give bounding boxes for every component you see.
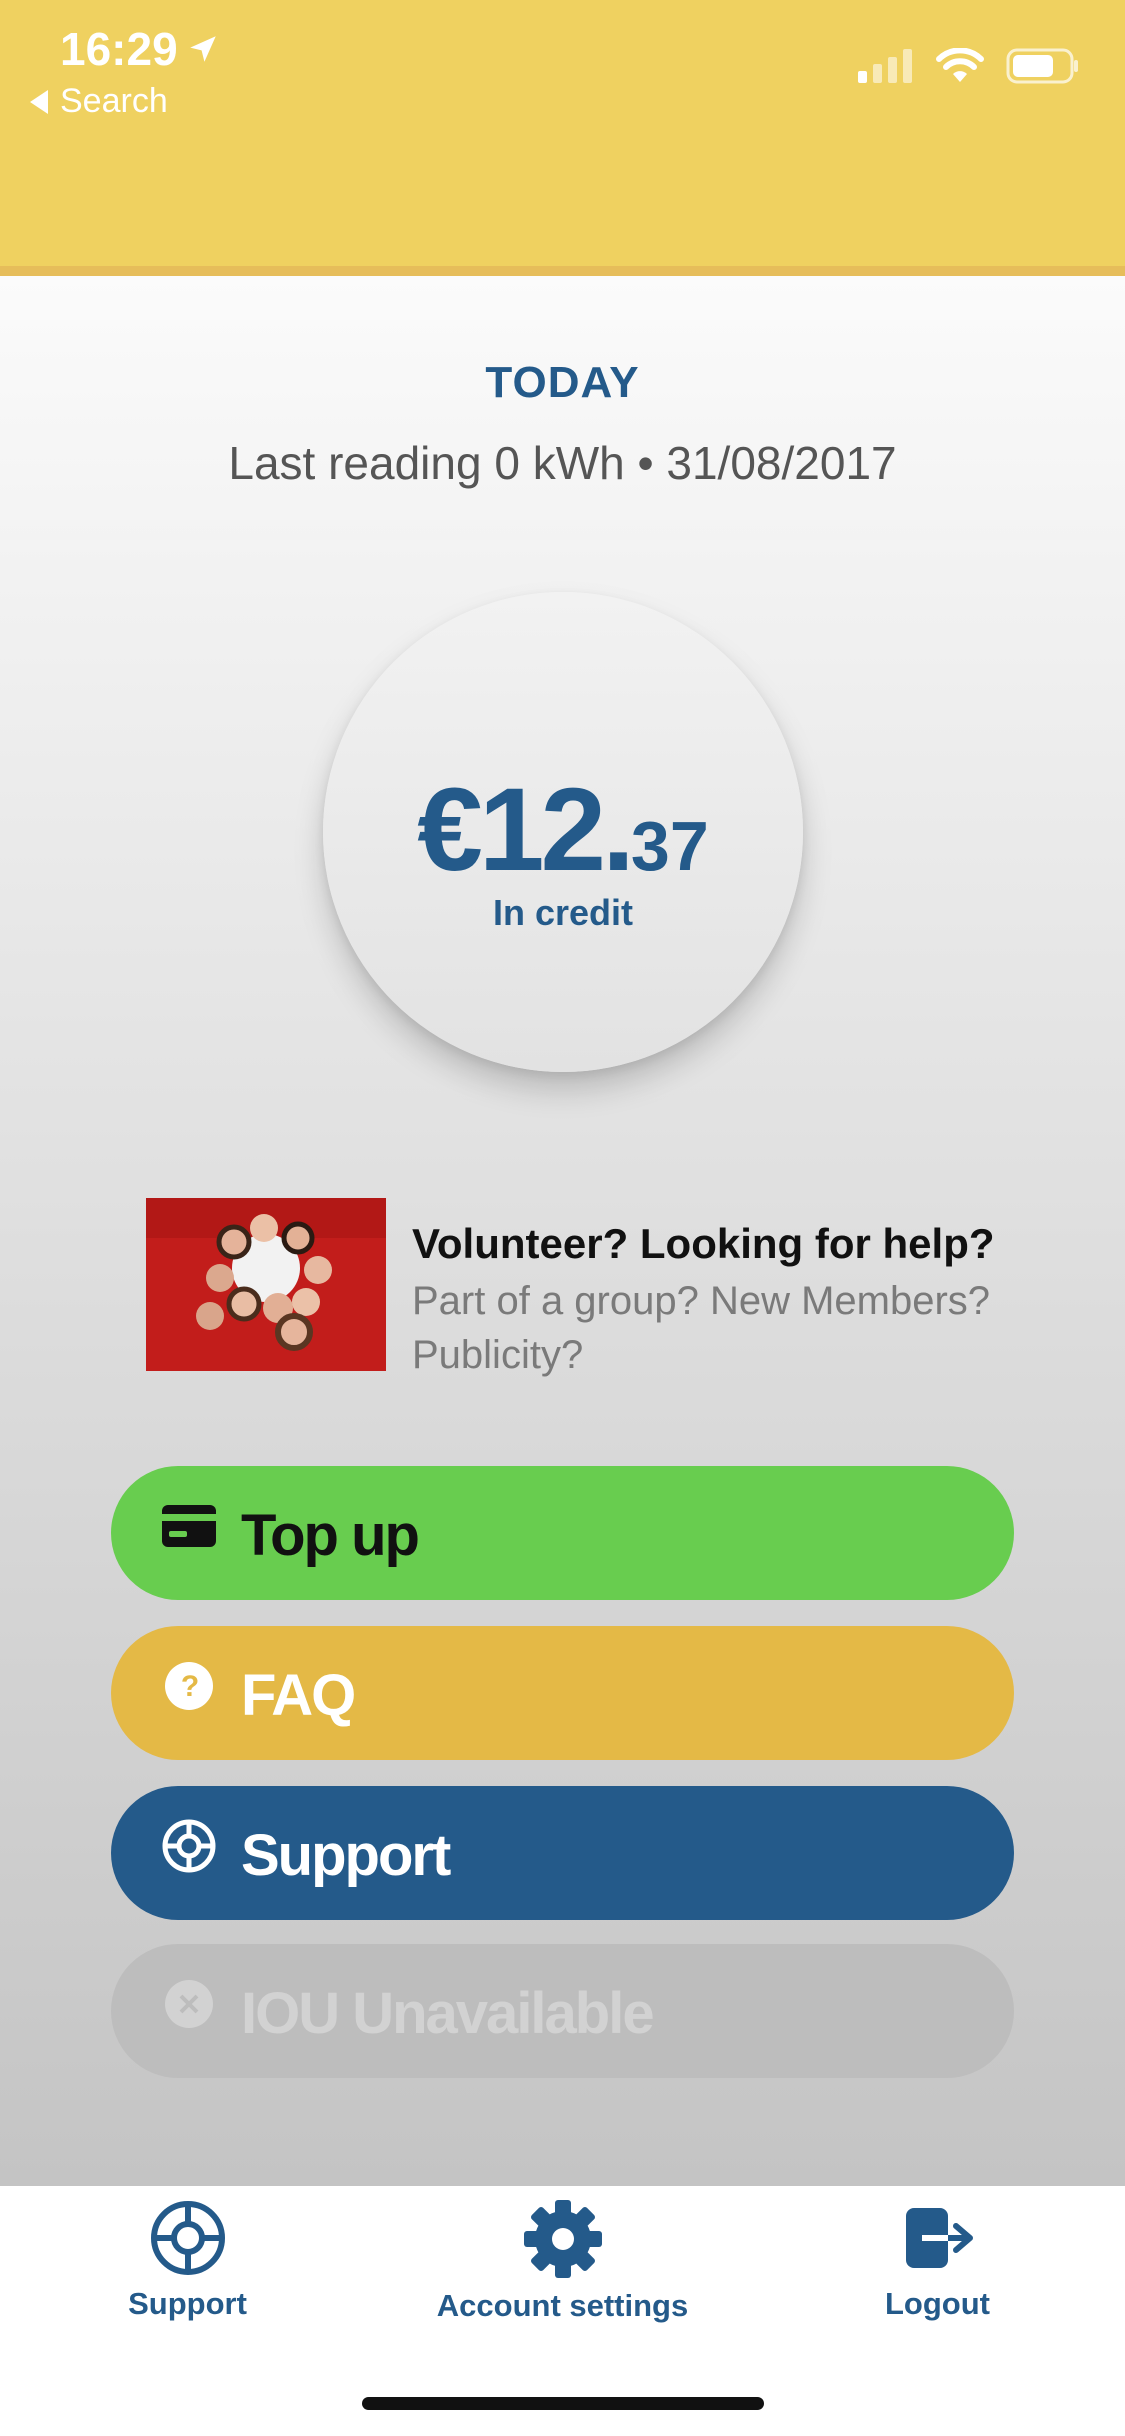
- tab-support[interactable]: Support: [110, 2198, 265, 2322]
- top-up-label: Top up: [241, 1503, 420, 1568]
- promo-title: Volunteer? Looking for help?: [412, 1220, 995, 1267]
- tab-logout[interactable]: Logout: [870, 2198, 1005, 2322]
- back-triangle-icon: [30, 89, 48, 114]
- volunteer-promo-banner[interactable]: Volunteer? Looking for help? Part of a g…: [146, 1198, 1046, 1377]
- balance-circle: €12.37 In credit: [323, 592, 803, 1072]
- support-label: Support: [241, 1823, 451, 1888]
- svg-text:?: ?: [181, 1670, 198, 1703]
- lifebuoy-icon: [161, 1818, 217, 1874]
- logout-icon: [905, 2208, 973, 2268]
- balance-cents: 37: [630, 807, 709, 885]
- status-indicators: [858, 48, 1080, 84]
- promo-subtitle: Part of a group? New Members? Publicity?: [412, 1279, 991, 1377]
- last-reading-text: Last reading 0 kWh • 31/08/2017: [228, 437, 897, 489]
- gear-icon: [523, 2200, 602, 2278]
- balance-whole: €12.: [417, 764, 635, 896]
- support-button[interactable]: Support: [111, 1786, 1014, 1920]
- home-indicator[interactable]: [362, 2397, 764, 2410]
- app-header: 16:29 Search: [0, 0, 1125, 276]
- wifi-icon: [936, 48, 984, 82]
- faq-button[interactable]: ? FAQ: [111, 1626, 1014, 1760]
- today-heading: TODAY: [485, 358, 640, 407]
- status-bar-time: 16:29: [60, 22, 220, 76]
- clock-label: 16:29: [60, 23, 178, 75]
- group-photo-image: [146, 1198, 386, 1371]
- location-arrow-icon: [189, 36, 216, 62]
- lifebuoy-icon: [150, 2201, 225, 2275]
- close-circle-icon: [161, 1976, 217, 2032]
- tab-support-label: Support: [128, 2286, 247, 2321]
- back-label: Search: [60, 82, 168, 120]
- balance-amount: €12.37: [323, 762, 803, 898]
- question-mark-icon: ?: [161, 1658, 217, 1714]
- credit-card-icon: [161, 1498, 217, 1554]
- faq-label: FAQ: [241, 1663, 356, 1728]
- tab-logout-label: Logout: [884, 2286, 990, 2321]
- iou-button[interactable]: IOU Unavailable: [111, 1944, 1014, 2078]
- top-up-button[interactable]: Top up: [111, 1466, 1014, 1600]
- balance-status-label: In credit: [492, 892, 634, 933]
- iou-label: IOU Unavailable: [241, 1981, 655, 2046]
- cellular-signal-icon: [858, 49, 912, 83]
- back-to-search-button[interactable]: Search: [30, 82, 168, 121]
- tab-account-settings[interactable]: Account settings: [420, 2198, 705, 2324]
- tab-account-settings-label: Account settings: [436, 2288, 689, 2323]
- battery-icon: [1006, 48, 1078, 84]
